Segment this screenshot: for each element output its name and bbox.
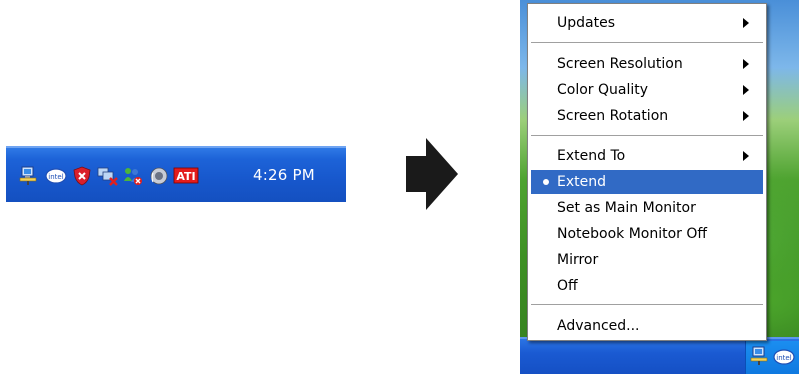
menu-item-color-quality[interactable]: Color Quality — [531, 78, 763, 102]
radio-check-icon — [543, 179, 549, 185]
menu-item-off[interactable]: Off — [531, 274, 763, 298]
menu-item-label: Set as Main Monitor — [557, 200, 696, 216]
menu-item-label: Extend To — [557, 148, 626, 164]
intel-logo-text: intel — [48, 173, 63, 181]
context-menu: Updates Screen Resolution Color Quality … — [527, 3, 767, 341]
menu-item-extend[interactable]: Extend — [531, 170, 763, 194]
menu-item-label: Mirror — [557, 252, 599, 268]
intel-graphics-icon[interactable]: intel — [773, 348, 795, 366]
menu-item-screen-resolution[interactable]: Screen Resolution — [531, 52, 763, 76]
menu-item-extend-to[interactable]: Extend To — [531, 144, 763, 168]
intel-logo-text: intel — [776, 354, 791, 362]
taskbar: intel — [520, 337, 799, 374]
menu-item-label: Updates — [557, 15, 615, 31]
speaker-volume-icon[interactable] — [149, 166, 169, 186]
ati-catalyst-icon[interactable]: ATI — [173, 166, 199, 186]
submenu-arrow-icon — [743, 111, 749, 121]
network-disconnected-icon[interactable] — [97, 166, 118, 186]
submenu-arrow-icon — [743, 59, 749, 69]
menu-item-label: Advanced... — [557, 318, 640, 334]
ati-logo-text: ATI — [176, 170, 195, 183]
intel-graphics-icon[interactable]: intel — [45, 166, 67, 186]
system-tray: intel ATI 4:26 PM — [6, 146, 346, 202]
menu-separator — [531, 304, 763, 306]
menu-item-label: Screen Rotation — [557, 108, 669, 124]
menu-item-mirror[interactable]: Mirror — [531, 248, 763, 272]
menu-item-label: Screen Resolution — [557, 56, 683, 72]
menu-item-updates[interactable]: Updates — [531, 11, 763, 35]
menu-item-label: Off — [557, 278, 578, 294]
menu-item-advanced[interactable]: Advanced... — [531, 314, 763, 338]
msn-messenger-icon[interactable] — [122, 166, 142, 186]
notification-area: intel — [745, 341, 799, 374]
menu-item-notebook-monitor-off[interactable]: Notebook Monitor Off — [531, 222, 763, 246]
menu-separator — [531, 135, 763, 137]
network-connection-icon[interactable] — [19, 166, 39, 186]
clock[interactable]: 4:26 PM — [253, 166, 315, 184]
menu-separator — [531, 42, 763, 44]
menu-item-label: Color Quality — [557, 82, 649, 98]
submenu-arrow-icon — [743, 85, 749, 95]
arrow-right-icon — [406, 138, 458, 210]
security-shield-icon[interactable] — [72, 166, 92, 186]
network-connection-icon[interactable] — [750, 346, 770, 368]
menu-item-label: Extend — [557, 174, 606, 190]
submenu-arrow-icon — [743, 151, 749, 161]
menu-item-screen-rotation[interactable]: Screen Rotation — [531, 104, 763, 128]
menu-item-set-as-main-monitor[interactable]: Set as Main Monitor — [531, 196, 763, 220]
submenu-arrow-icon — [743, 18, 749, 28]
menu-item-label: Notebook Monitor Off — [557, 226, 708, 242]
